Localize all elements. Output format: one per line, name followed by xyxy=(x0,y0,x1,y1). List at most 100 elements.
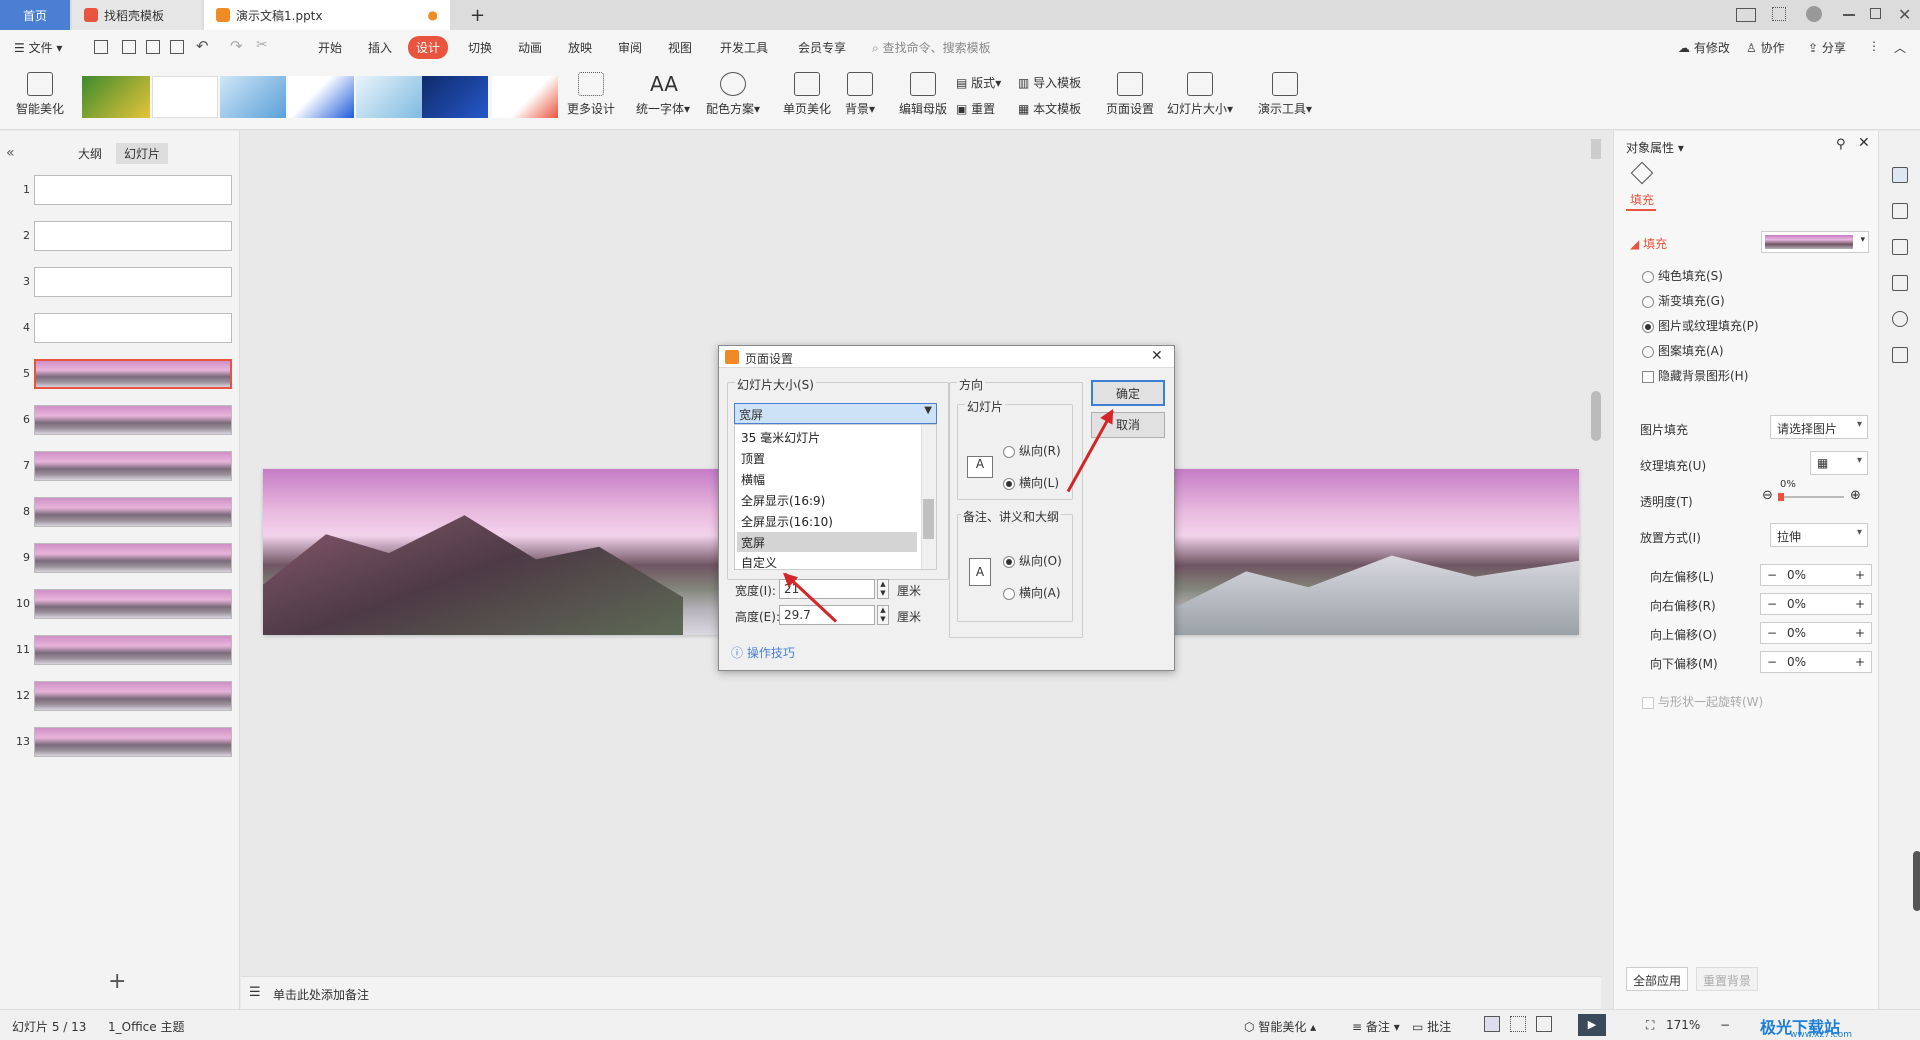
avatar[interactable] xyxy=(1806,6,1822,22)
slide-landscape-radio[interactable]: 横向(L) xyxy=(1003,474,1059,491)
play-slideshow-button[interactable]: ▶ xyxy=(1578,1014,1606,1036)
layout-button[interactable]: ▤ 版式▾ xyxy=(956,74,1001,91)
command-search[interactable]: ⌕ 查找命令、搜索模板 xyxy=(872,39,991,56)
print-icon[interactable] xyxy=(146,40,160,54)
template-thumb-5[interactable] xyxy=(356,76,422,118)
slide-thumbnail[interactable] xyxy=(34,543,232,573)
size-option-widescreen[interactable]: 宽屏 xyxy=(737,532,917,552)
print-preview-icon[interactable] xyxy=(170,40,184,54)
slide-thumbnail[interactable] xyxy=(34,635,232,665)
maximize-icon[interactable] xyxy=(1870,8,1881,19)
this-template-button[interactable]: ▦ 本文模板 xyxy=(1018,100,1081,117)
slide-thumbnail[interactable] xyxy=(34,221,232,251)
close-window-icon[interactable]: ✕ xyxy=(1898,5,1911,24)
reset-button[interactable]: ▣ 重置 xyxy=(956,100,995,117)
solid-fill-radio[interactable]: 纯色填充(S) xyxy=(1642,267,1723,284)
menu-item-slideshow[interactable]: 放映 xyxy=(568,39,592,56)
slide-portrait-radio[interactable]: 纵向(R) xyxy=(1003,442,1061,459)
gradient-fill-radio[interactable]: 渐变填充(G) xyxy=(1642,292,1725,309)
picture-fill-select[interactable]: 请选择图片 xyxy=(1770,415,1868,439)
transparency-plus-icon[interactable]: ⊕ xyxy=(1850,488,1861,503)
fill-preview-dropdown[interactable]: ▾ xyxy=(1761,231,1869,253)
template-thumb-1[interactable] xyxy=(82,76,150,118)
book-icon[interactable] xyxy=(1892,347,1908,363)
slide-thumbnail[interactable] xyxy=(34,589,232,619)
file-menu[interactable]: ☰ 文件 ▾ xyxy=(14,39,62,56)
page-setup-button[interactable]: 页面设置 xyxy=(1104,72,1156,117)
menu-item-transition[interactable]: 切换 xyxy=(468,39,492,56)
sorter-view-icon[interactable] xyxy=(1510,1016,1526,1032)
layout-icon[interactable] xyxy=(1736,8,1756,22)
hide-bg-graphics-checkbox[interactable]: 隐藏背景图形(H) xyxy=(1642,367,1748,384)
offset-top-stepper[interactable]: −0% + xyxy=(1760,622,1872,644)
slide-thumbnail[interactable] xyxy=(34,497,232,527)
menu-item-animation[interactable]: 动画 xyxy=(518,39,542,56)
properties-sliders-icon[interactable] xyxy=(1892,167,1908,183)
redo-icon[interactable]: ↷ xyxy=(230,37,243,55)
transparency-minus-icon[interactable]: ⊖ xyxy=(1762,488,1773,503)
normal-view-icon[interactable] xyxy=(1484,1016,1500,1032)
apply-all-button[interactable]: 全部应用 xyxy=(1626,967,1689,991)
undo-icon[interactable]: ↶ xyxy=(196,37,209,55)
height-spinner[interactable]: ▲ ▼ xyxy=(877,605,889,625)
more-icon[interactable]: ⋮ xyxy=(1868,39,1880,53)
save-icon[interactable] xyxy=(94,40,108,54)
pattern-fill-radio[interactable]: 图案填充(A) xyxy=(1642,342,1724,359)
template-thumb-2[interactable] xyxy=(152,76,218,118)
close-panel-icon[interactable]: ✕ xyxy=(1858,135,1870,151)
menu-item-view[interactable]: 视图 xyxy=(668,39,692,56)
offset-left-stepper[interactable]: −0% + xyxy=(1760,564,1872,586)
status-notes-button[interactable]: ≡ 备注 ▾ xyxy=(1352,1018,1400,1035)
fill-tab[interactable]: 填充 xyxy=(1630,191,1654,208)
color-scheme-button[interactable]: 配色方案▾ xyxy=(702,72,764,117)
size-option-banner[interactable]: 横幅 xyxy=(737,469,917,489)
smart-beautify-button[interactable]: 智能美化 xyxy=(12,72,68,117)
notes-landscape-radio[interactable]: 横向(A) xyxy=(1003,584,1061,601)
ok-button[interactable]: 确定 xyxy=(1091,380,1165,406)
slide-size-select[interactable]: 宽屏 ▼ xyxy=(734,403,937,424)
menu-item-start[interactable]: 开始 xyxy=(318,39,342,56)
notes-portrait-radio[interactable]: 纵向(O) xyxy=(1003,552,1062,569)
slide-thumbnail[interactable] xyxy=(34,175,232,205)
copy-icon[interactable] xyxy=(1892,239,1908,255)
location-icon[interactable] xyxy=(1892,311,1908,327)
size-option-16-9[interactable]: 全屏显示(16:9) xyxy=(737,490,917,510)
export-pdf-icon[interactable] xyxy=(122,40,136,54)
slide-thumbnail[interactable] xyxy=(34,405,232,435)
collaborate-button[interactable]: ♙ 协作 xyxy=(1746,39,1785,56)
reading-view-icon[interactable] xyxy=(1536,1016,1552,1032)
list-scroll-thumb[interactable] xyxy=(923,499,934,539)
pin-animation-icon[interactable] xyxy=(1892,203,1908,219)
format-painter-icon[interactable]: ✂ xyxy=(256,37,268,53)
theme-name[interactable]: 1_Office 主题 xyxy=(108,1018,184,1035)
unify-font-button[interactable]: AA 统一字体▾ xyxy=(632,72,694,117)
size-option-35mm[interactable]: 35 毫米幻灯片 xyxy=(737,427,917,447)
status-comment-button[interactable]: ▭ 批注 xyxy=(1412,1018,1451,1035)
vertical-scrollbar[interactable] xyxy=(1591,139,1601,159)
outline-tab[interactable]: 大纲 xyxy=(78,145,102,162)
menu-item-insert[interactable]: 插入 xyxy=(368,39,392,56)
collapse-ribbon-icon[interactable]: ︿ xyxy=(1894,39,1906,56)
properties-title[interactable]: 对象属性 ▾ xyxy=(1626,139,1684,156)
slide-thumbnail[interactable] xyxy=(34,451,232,481)
offset-bottom-stepper[interactable]: −0% + xyxy=(1760,651,1872,673)
slide-thumbnail[interactable] xyxy=(34,359,232,389)
present-tools-button[interactable]: 演示工具▾ xyxy=(1254,72,1316,117)
fit-window-icon[interactable]: ⛶ xyxy=(1646,1018,1654,1033)
more-design-button[interactable]: 更多设计 xyxy=(562,72,620,117)
background-button[interactable]: 背景▾ xyxy=(840,72,880,117)
placement-select[interactable]: 拉伸 xyxy=(1770,523,1868,547)
picture-fill-radio[interactable]: 图片或纹理填充(P) xyxy=(1642,317,1759,334)
zoom-level[interactable]: 171% xyxy=(1666,1018,1700,1032)
texture-fill-select[interactable]: ▦ xyxy=(1810,451,1868,475)
zoom-out-icon[interactable]: − xyxy=(1720,1018,1730,1032)
menu-item-design[interactable]: 设计 xyxy=(408,36,449,59)
slide-thumbnail[interactable] xyxy=(34,681,232,711)
template-thumb-6[interactable] xyxy=(422,76,488,118)
size-option-overhead[interactable]: 顶置 xyxy=(737,448,917,468)
edit-master-button[interactable]: 编辑母版 xyxy=(896,72,950,117)
status-smart-beautify-button[interactable]: ⬡ 智能美化 ▴ xyxy=(1244,1018,1316,1035)
slide-size-button[interactable]: 幻灯片大小▾ xyxy=(1164,72,1236,117)
changes-button[interactable]: ☁ 有修改 xyxy=(1678,39,1730,56)
apps-grid-icon[interactable] xyxy=(1772,7,1786,21)
